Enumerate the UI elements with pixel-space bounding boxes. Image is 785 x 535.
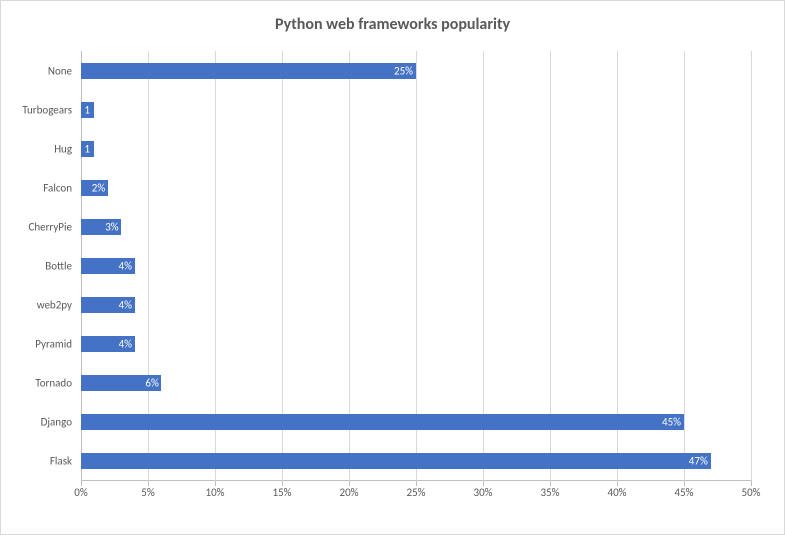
- chart-title: Python web frameworks popularity: [1, 15, 784, 34]
- x-tick-label: 45%: [674, 486, 693, 499]
- bar-value-label: 2%: [92, 181, 105, 194]
- y-tick-label: Tornado: [35, 377, 72, 390]
- y-tick-label: Turbogears: [22, 103, 72, 116]
- y-tick-label: Pyramid: [35, 338, 72, 351]
- bar-value-label: 1: [84, 103, 90, 116]
- bar: [81, 453, 711, 469]
- plot-area: 47% 45% 6% 4% 4% 4% 3% 2% 1 1 25%: [81, 51, 751, 481]
- bar-value-label: 45%: [662, 416, 681, 429]
- y-tick-label: Bottle: [45, 260, 72, 273]
- y-tick-label: Flask: [50, 455, 72, 468]
- x-tick-label: 40%: [607, 486, 626, 499]
- x-tick-label: 10%: [205, 486, 224, 499]
- bar-value-label: 6%: [145, 377, 158, 390]
- x-tick-label: 25%: [406, 486, 425, 499]
- bar: [81, 414, 684, 430]
- bar-row: 6%: [81, 364, 751, 403]
- x-tick-label: 50%: [741, 486, 760, 499]
- grid-line: [751, 51, 752, 481]
- bar-row: 4%: [81, 286, 751, 325]
- x-tick-label: 5%: [141, 486, 154, 499]
- bar-row: 4%: [81, 325, 751, 364]
- y-tick-label: Django: [41, 416, 72, 429]
- x-tick-label: 15%: [272, 486, 291, 499]
- bar-row: 2%: [81, 168, 751, 207]
- x-tick-label: 20%: [339, 486, 358, 499]
- bar-row: 47%: [81, 442, 751, 481]
- bar-row: 25%: [81, 51, 751, 90]
- y-tick-label: Falcon: [43, 181, 72, 194]
- bar-row: 1: [81, 90, 751, 129]
- x-tick-label: 35%: [540, 486, 559, 499]
- bar-value-label: 4%: [119, 338, 132, 351]
- bar-value-label: 4%: [119, 259, 132, 272]
- bar-row: 1: [81, 129, 751, 168]
- bar-value-label: 25%: [394, 64, 413, 77]
- y-tick-label: None: [48, 64, 72, 77]
- bar-value-label: 4%: [119, 299, 132, 312]
- x-tick-label: 30%: [473, 486, 492, 499]
- y-tick-label: CherryPie: [28, 220, 72, 233]
- bar-value-label: 3%: [105, 220, 118, 233]
- y-tick-label: web2py: [37, 299, 72, 312]
- chart-container: Python web frameworks popularity 47% 45% 6…: [0, 0, 785, 535]
- bar-row: 3%: [81, 207, 751, 246]
- bar-value-label: 1: [84, 142, 90, 155]
- bar-row: 4%: [81, 246, 751, 285]
- x-tick-label: 0%: [74, 486, 87, 499]
- bar: [81, 63, 416, 79]
- bar-row: 45%: [81, 403, 751, 442]
- y-tick-label: Hug: [54, 142, 72, 155]
- bar-value-label: 47%: [689, 455, 708, 468]
